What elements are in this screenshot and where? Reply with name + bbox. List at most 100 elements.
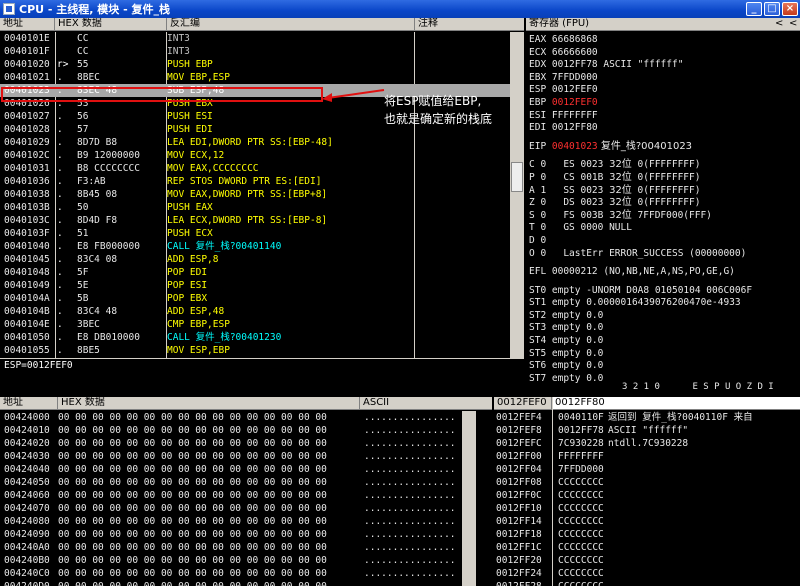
memory-dump-pane[interactable]: 地址 HEX 数据 ASCII 00424000 00 00 00 00 00 0…: [0, 397, 492, 586]
dump-row[interactable]: 00424070 00 00 00 00 00 00 00 00 00 00 00…: [0, 502, 492, 515]
dump-scrollbar[interactable]: [462, 411, 476, 586]
disasm-row[interactable]: 0040103C. 8D4D F8 LEA ECX,DWORD PTR SS:[EB…: [0, 214, 524, 227]
register-line[interactable]: ST5 empty 0.0: [529, 348, 799, 361]
stack-row[interactable]: 0012FEFC 7C930228 ntdll.7C930228: [494, 437, 800, 450]
dump-hex: 00 00 00 00 00 00 00 00 00 00 00 00 00 0…: [58, 425, 327, 436]
stack-row[interactable]: 0012FF0C CCCCCCCC: [494, 489, 800, 502]
dump-row[interactable]: 004240C0 00 00 00 00 00 00 00 00 00 00 00…: [0, 567, 492, 580]
register-line[interactable]: D 0: [529, 235, 799, 248]
dump-row[interactable]: 00424000 00 00 00 00 00 00 00 00 00 00 00…: [0, 411, 492, 424]
dump-row[interactable]: 004240D000 00 00 00 00 00 00 00 00 00 00…: [0, 580, 492, 586]
dump-column-ascii[interactable]: ASCII: [360, 397, 492, 409]
registers-title[interactable]: 寄存器 (FPU): [526, 18, 772, 30]
stack-row[interactable]: 0012FF20 CCCCCCCC: [494, 554, 800, 567]
stack-pane[interactable]: 0012FEF0 0012FF80 0012FEF4 0040110F 返回到 复件…: [494, 397, 800, 586]
column-header-hex[interactable]: HEX 数据: [55, 18, 167, 30]
disasm-row[interactable]: 0040104E. 3BEC CMP EBP,ESP: [0, 318, 524, 331]
stack-header-value[interactable]: 0012FF80: [552, 397, 800, 409]
register-line[interactable]: EBP 0012FEF0: [529, 97, 799, 110]
stack-row[interactable]: 0012FF10 CCCCCCCC: [494, 502, 800, 515]
stack-row[interactable]: 0012FF14 CCCCCCCC: [494, 515, 800, 528]
register-line[interactable]: T 0 GS 0000 NULL: [529, 222, 799, 235]
disasm-row[interactable]: 00401048. 5F POP EDI: [0, 266, 524, 279]
disasm-row[interactable]: 0040101E CC INT3: [0, 32, 524, 45]
stack-row[interactable]: 0012FEF8 0012FF78 ASCII "ffffff": [494, 424, 800, 437]
register-line[interactable]: Z 0 DS 0023 32位 0(FFFFFFFF): [529, 197, 799, 210]
dump-row[interactable]: 00424040 00 00 00 00 00 00 00 00 00 00 00…: [0, 463, 492, 476]
column-header-comment[interactable]: 注释: [415, 18, 524, 30]
register-line[interactable]: EDX 0012FF78 ASCII "ffffff": [529, 59, 799, 72]
disasm-row[interactable]: 00401038. 8B45 08 MOV EAX,DWORD PTR SS:[EB…: [0, 188, 524, 201]
register-line[interactable]: ST6 empty 0.0: [529, 360, 799, 373]
register-line[interactable]: EBX 7FFDD000: [529, 72, 799, 85]
dump-row[interactable]: 00424030 00 00 00 00 00 00 00 00 00 00 00…: [0, 450, 492, 463]
register-line[interactable]: ST0 empty -UNORM D0A8 01050104 006C006F: [529, 285, 799, 298]
dump-address: 00424010: [4, 425, 50, 436]
disasm-jump-marker: .: [57, 163, 63, 174]
disasm-row[interactable]: 0040103F. 51 PUSH ECX: [0, 227, 524, 240]
register-line[interactable]: ECX 66666600: [529, 47, 799, 60]
scrollbar-thumb[interactable]: [511, 162, 523, 192]
stack-row[interactable]: 0012FEF4 0040110F 返回到 复件_栈?0040110F 来自: [494, 411, 800, 424]
register-line[interactable]: EFL 00000212 (NO,NB,NE,A,NS,PO,GE,G): [529, 266, 799, 279]
close-button[interactable]: ×: [782, 2, 798, 16]
register-line[interactable]: S 0 FS 003B 32位 7FFDF000(FFF): [529, 210, 799, 223]
stack-row[interactable]: 0012FF1C CCCCCCCC: [494, 541, 800, 554]
disasm-row[interactable]: 0040103B. 50 PUSH EAX: [0, 201, 524, 214]
disasm-row[interactable]: 0040104B. 83C4 48 ADD ESP,48: [0, 305, 524, 318]
disassembly-pane[interactable]: 地址 HEX 数据 反汇编 注释 0040101E CC INT3 0040101F C…: [0, 18, 524, 358]
register-line[interactable]: C 0 ES 0023 32位 0(FFFFFFFF): [529, 159, 799, 172]
register-line[interactable]: ESI FFFFFFFF: [529, 110, 799, 123]
column-header-disasm[interactable]: 反汇编: [167, 18, 415, 30]
disasm-row[interactable]: 00401029. 8D7D B8 LEA EDI,DWORD PTR SS:[EB…: [0, 136, 524, 149]
disasm-row[interactable]: 00401050. E8 DB010000 CALL 复件_栈?00401230: [0, 331, 524, 344]
dump-row[interactable]: 004240A0 00 00 00 00 00 00 00 00 00 00 00…: [0, 541, 492, 554]
register-line[interactable]: P 0 CS 001B 32位 0(FFFFFFFF): [529, 172, 799, 185]
register-line[interactable]: ST1 empty 0.0000016439076200470e-4933: [529, 297, 799, 310]
register-line[interactable]: EDI 0012FF80: [529, 122, 799, 135]
column-header-address[interactable]: 地址: [0, 18, 55, 30]
register-line[interactable]: ST4 empty 0.0: [529, 335, 799, 348]
disasm-row[interactable]: 00401020 r> 55 PUSH EBP: [0, 58, 524, 71]
disasm-row[interactable]: 00401040. E8 FB000000 CALL 复件_栈?00401140: [0, 240, 524, 253]
registers-nav-right-icon[interactable]: <: [786, 18, 800, 30]
stack-row[interactable]: 0012FF08 CCCCCCCC: [494, 476, 800, 489]
register-line[interactable]: EAX 66686868: [529, 34, 799, 47]
dump-column-hex[interactable]: HEX 数据: [58, 397, 360, 409]
registers-nav-left-icon[interactable]: <: [772, 18, 786, 30]
dump-row[interactable]: 00424080 00 00 00 00 00 00 00 00 00 00 00…: [0, 515, 492, 528]
dump-row[interactable]: 00424020 00 00 00 00 00 00 00 00 00 00 00…: [0, 437, 492, 450]
stack-row[interactable]: 0012FF18 CCCCCCCC: [494, 528, 800, 541]
disasm-row[interactable]: 00401045. 83C4 08 ADD ESP,8: [0, 253, 524, 266]
disasm-row[interactable]: 00401031. B8 CCCCCCCC MOV EAX,CCCCCCCC: [0, 162, 524, 175]
dump-hex: 00 00 00 00 00 00 00 00 00 00 00 00 00 0…: [58, 490, 327, 501]
stack-row[interactable]: 0012FF24 CCCCCCCC: [494, 567, 800, 580]
dump-row[interactable]: 004240B0 00 00 00 00 00 00 00 00 00 00 00…: [0, 554, 492, 567]
maximize-button[interactable]: □: [764, 2, 780, 16]
disasm-row[interactable]: 00401049. 5E POP ESI: [0, 279, 524, 292]
disasm-row[interactable]: 0040101F CC INT3: [0, 45, 524, 58]
disasm-row[interactable]: 0040104A. 5B POP EBX: [0, 292, 524, 305]
disasm-row[interactable]: 00401055. 8BE5 MOV ESP,EBP: [0, 344, 524, 357]
dump-row[interactable]: 00424050 00 00 00 00 00 00 00 00 00 00 00…: [0, 476, 492, 489]
stack-row[interactable]: 0012FF28CCCCCCCC: [494, 580, 800, 586]
stack-header-address[interactable]: 0012FEF0: [494, 397, 552, 409]
stack-row[interactable]: 0012FF04 7FFDD000: [494, 463, 800, 476]
disasm-row[interactable]: 00401021. 8BEC MOV EBP,ESP: [0, 71, 524, 84]
disassembly-scrollbar[interactable]: [510, 32, 524, 358]
disasm-row[interactable]: 0040102C. B9 12000000 MOV ECX,12: [0, 149, 524, 162]
registers-pane[interactable]: 寄存器 (FPU) < < EAX 66686868 ECX 66666600 ED…: [526, 18, 800, 396]
register-line[interactable]: ST2 empty 0.0: [529, 310, 799, 323]
disasm-row[interactable]: 00401036. F3:AB REP STOS DWORD PTR ES:[EDI…: [0, 175, 524, 188]
stack-row[interactable]: 0012FF00 FFFFFFFF: [494, 450, 800, 463]
dump-row[interactable]: 00424060 00 00 00 00 00 00 00 00 00 00 00…: [0, 489, 492, 502]
register-line[interactable]: EIP 00401023 复件_栈?00401023: [529, 141, 799, 154]
register-line[interactable]: A 1 SS 0023 32位 0(FFFFFFFF): [529, 185, 799, 198]
register-line[interactable]: O 0 LastErr ERROR_SUCCESS (00000000): [529, 248, 799, 261]
dump-row[interactable]: 00424090 00 00 00 00 00 00 00 00 00 00 00…: [0, 528, 492, 541]
dump-column-address[interactable]: 地址: [0, 397, 58, 409]
dump-row[interactable]: 00424010 00 00 00 00 00 00 00 00 00 00 00…: [0, 424, 492, 437]
register-line[interactable]: ESP 0012FEF0: [529, 84, 799, 97]
register-line[interactable]: ST3 empty 0.0: [529, 322, 799, 335]
minimize-button[interactable]: _: [746, 2, 762, 16]
